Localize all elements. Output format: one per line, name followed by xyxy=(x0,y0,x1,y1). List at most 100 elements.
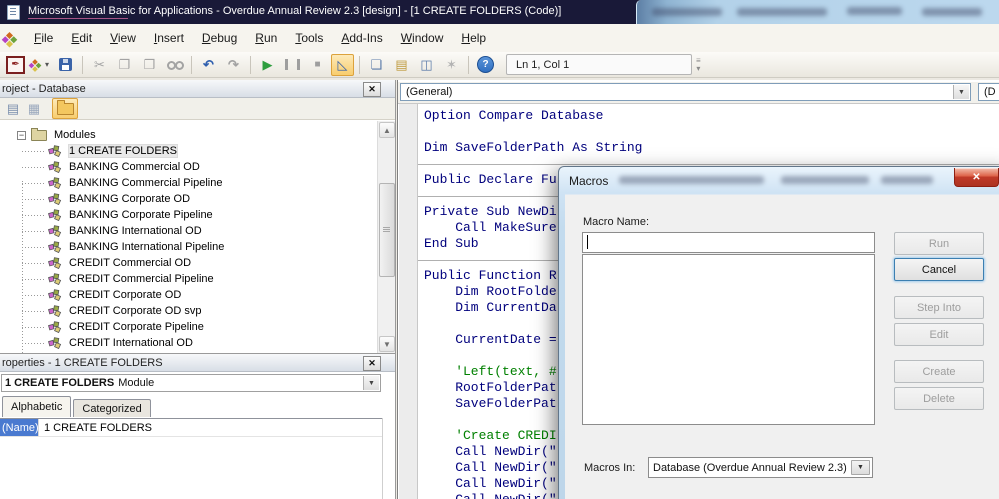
tree-node-module[interactable]: BANKING Commercial Pipeline xyxy=(0,175,376,191)
module-label: CREDIT Corporate Pipeline xyxy=(69,321,204,333)
tree-node-module[interactable]: BANKING Corporate Pipeline xyxy=(0,207,376,223)
object-combo-value: (General) xyxy=(406,86,453,98)
tree-node-module[interactable]: CREDIT Commercial Pipeline xyxy=(0,271,376,287)
tree-node-module[interactable]: 1 CREATE FOLDERS xyxy=(0,143,376,159)
menu-item-debug[interactable]: Debug xyxy=(193,28,246,48)
run-button[interactable]: Run xyxy=(894,232,984,255)
property-value-cell[interactable]: 1 CREATE FOLDERS xyxy=(38,419,152,436)
tree-branch-line xyxy=(22,166,46,168)
cut-icon[interactable]: ✂ xyxy=(88,54,111,76)
design-mode-icon[interactable]: ◺ xyxy=(331,53,354,76)
help-icon[interactable]: ? xyxy=(474,54,497,76)
scroll-down-icon[interactable]: ▼ xyxy=(379,336,395,352)
vba-ide-window: Microsoft Visual Basic for Applications … xyxy=(0,0,999,499)
module-label: BANKING Commercial OD xyxy=(69,161,200,173)
object-browser-icon[interactable]: ◫ xyxy=(415,54,438,76)
menu-item-help[interactable]: Help xyxy=(452,28,495,48)
chevron-down-icon[interactable]: ▼ xyxy=(851,460,870,475)
menu-item-window[interactable]: Window xyxy=(392,28,453,48)
view-code-icon[interactable]: ▤ xyxy=(4,101,22,117)
project-explorer-icon[interactable]: ❏ xyxy=(365,54,388,76)
menu-item-file[interactable]: File xyxy=(25,28,62,48)
insert-object-icon[interactable]: ▾ xyxy=(29,54,52,76)
menu-item-run[interactable]: Run xyxy=(246,28,286,48)
menu-item-edit[interactable]: Edit xyxy=(62,28,101,48)
macro-name-label: Macro Name: xyxy=(583,216,650,228)
module-icon xyxy=(48,305,62,317)
close-icon[interactable]: ✕ xyxy=(954,168,999,187)
delete-button[interactable]: Delete xyxy=(894,387,984,410)
object-combo[interactable]: (General) ▼ xyxy=(400,83,971,101)
property-row[interactable]: (Name) 1 CREATE FOLDERS xyxy=(0,419,383,437)
ghost-artifact xyxy=(781,176,869,184)
menu-bar: File Edit View Insert Debug Run Tools Add-Ins Wi… xyxy=(0,24,999,53)
menu-item-add-ins[interactable]: Add-Ins xyxy=(332,28,391,48)
ghost-artifact xyxy=(619,176,764,184)
edit-button[interactable]: Edit xyxy=(894,323,984,346)
object-type: Module xyxy=(118,377,155,389)
properties-close-button[interactable]: ✕ xyxy=(363,356,381,371)
macro-list[interactable] xyxy=(582,254,875,425)
copy-icon[interactable]: ❐ xyxy=(113,54,136,76)
toggle-folders-button[interactable] xyxy=(52,98,78,119)
save-icon[interactable] xyxy=(54,54,77,76)
tree-branch-line xyxy=(22,326,46,328)
property-name-cell[interactable]: (Name) xyxy=(0,419,39,436)
tree-node-module[interactable]: BANKING International Pipeline xyxy=(0,239,376,255)
properties-window-icon[interactable]: ▤ xyxy=(390,54,413,76)
tab-categorized[interactable]: Categorized xyxy=(73,399,151,417)
menu-item-insert[interactable]: Insert xyxy=(145,28,193,48)
tree-node-modules[interactable]: − Modules xyxy=(0,127,376,143)
tab-alphabetic[interactable]: Alphabetic xyxy=(2,396,72,417)
reset-icon[interactable]: ■ xyxy=(306,54,329,76)
ghost-artifact xyxy=(652,8,722,16)
menu-item-view[interactable]: View xyxy=(101,28,145,48)
scroll-thumb[interactable] xyxy=(379,183,395,277)
title-bar-glass xyxy=(636,0,999,24)
code-header: (General) ▼ (D xyxy=(398,82,999,104)
tree-node-module[interactable]: BANKING International OD xyxy=(0,223,376,239)
tree-node-module[interactable]: CREDIT International OD xyxy=(0,335,376,351)
view-access-icon[interactable]: ✒ xyxy=(4,54,27,76)
redo-icon[interactable]: ↷ xyxy=(222,54,245,76)
module-icon xyxy=(48,193,62,205)
undo-icon[interactable]: ↶ xyxy=(197,54,220,76)
paste-icon[interactable]: ❒ xyxy=(138,54,161,76)
line-col-indicator: Ln 1, Col 1 xyxy=(506,54,692,75)
project-scrollbar[interactable]: ▲ ▼ xyxy=(377,121,395,353)
collapse-icon[interactable]: − xyxy=(17,130,26,140)
tree-node-module[interactable]: CREDIT Commercial OD xyxy=(0,255,376,271)
chevron-down-icon[interactable]: ▼ xyxy=(953,85,969,99)
module-icon xyxy=(48,225,62,237)
module-label: CREDIT Commercial Pipeline xyxy=(69,273,214,285)
toolbar-overflow-grip[interactable]: ≡ ▾ xyxy=(696,56,701,73)
toolbox-icon[interactable]: ✶ xyxy=(440,54,463,76)
project-close-button[interactable]: ✕ xyxy=(363,82,381,97)
menu-item-tools[interactable]: Tools xyxy=(286,28,332,48)
procedure-combo[interactable]: (D xyxy=(978,83,999,101)
break-icon[interactable] xyxy=(281,54,304,76)
tree-node-module[interactable]: CREDIT Corporate OD xyxy=(0,287,376,303)
toolbar-separator xyxy=(191,55,192,74)
find-icon[interactable] xyxy=(163,54,186,76)
step-into-button[interactable]: Step Into xyxy=(894,296,984,319)
tree-node-module[interactable]: CREDIT Corporate Pipeline xyxy=(0,319,376,335)
scroll-up-icon[interactable]: ▲ xyxy=(379,122,395,138)
tree-branch-line xyxy=(22,198,46,200)
macro-name-input[interactable] xyxy=(582,232,875,253)
view-object-icon[interactable]: ▦ xyxy=(25,101,43,117)
menu-bar-items: File Edit View Insert Debug Run Tools Add-Ins Wi… xyxy=(25,28,495,48)
module-icon xyxy=(48,145,62,157)
cancel-button[interactable]: Cancel xyxy=(894,258,984,281)
run-icon[interactable]: ▶ xyxy=(256,54,279,76)
tree-root-label: Modules xyxy=(54,129,96,141)
macros-in-select[interactable]: Database (Overdue Annual Review 2.3) ▼ xyxy=(648,457,873,478)
create-button[interactable]: Create xyxy=(894,360,984,383)
object-selector[interactable]: 1 CREATE FOLDERS Module ▼ xyxy=(1,374,381,392)
tree-node-module[interactable]: BANKING Corporate OD xyxy=(0,191,376,207)
tree-node-module[interactable]: CREDIT Corporate OD svp xyxy=(0,303,376,319)
code-margin[interactable] xyxy=(399,104,418,499)
chevron-down-icon[interactable]: ▼ xyxy=(363,376,379,390)
macros-in-value: Database (Overdue Annual Review 2.3) xyxy=(653,461,847,474)
tree-node-module[interactable]: BANKING Commercial OD xyxy=(0,159,376,175)
